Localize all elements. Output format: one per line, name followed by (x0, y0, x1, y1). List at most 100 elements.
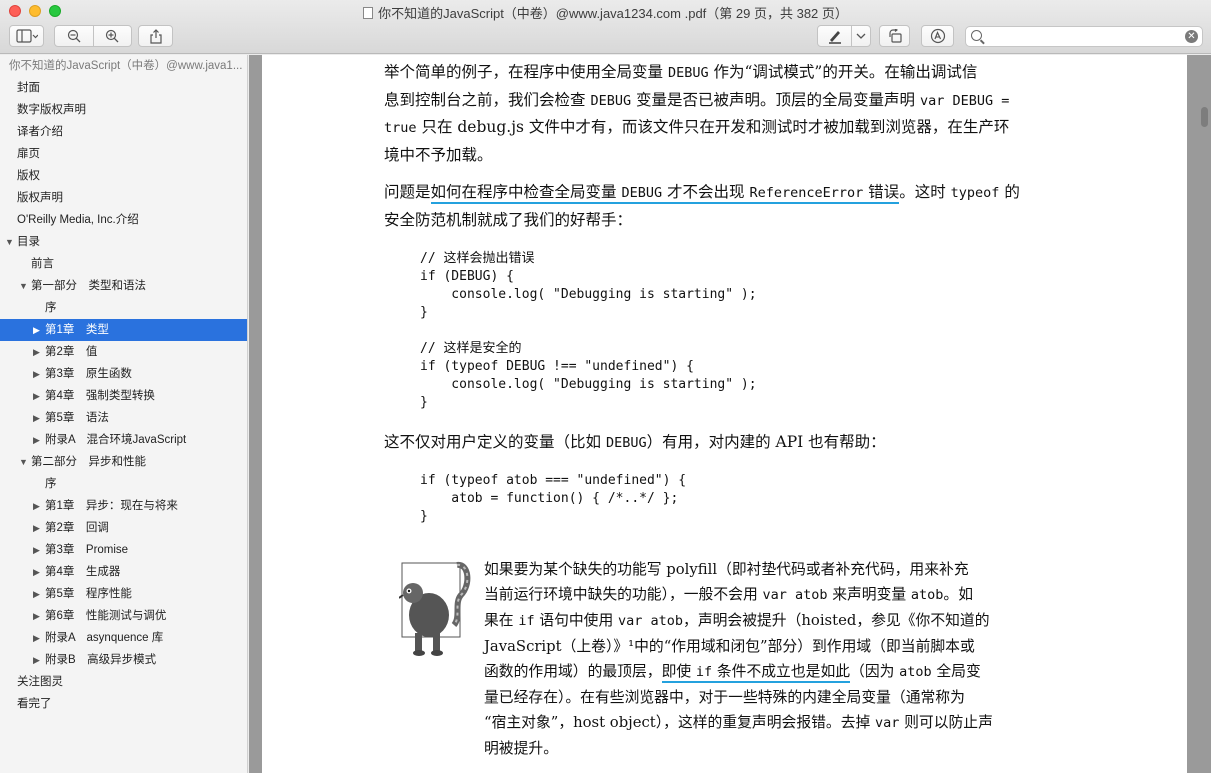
sidebar-item-label: 扉页 (17, 148, 40, 160)
sidebar-item[interactable]: ▼ 第二部分 异步和性能 (0, 451, 247, 473)
text: ）有用，对内建的 API 也有帮助： (646, 433, 886, 451)
sidebar-item[interactable]: 序 (0, 473, 247, 495)
text: 。如 (943, 586, 974, 603)
sidebar-item-label: 第1章 异步：现在与将来 (45, 500, 178, 512)
vertical-scrollbar[interactable] (1201, 107, 1208, 127)
code-line: } (420, 509, 428, 524)
share-icon (149, 28, 162, 44)
markup-toolbar-button[interactable] (921, 25, 954, 47)
markup-segment (817, 25, 871, 47)
disclosure-collapsed-icon[interactable]: ▶ (33, 517, 40, 539)
sidebar-item[interactable]: ▼ 目录 (0, 231, 247, 253)
sidebar-item[interactable]: O'Reilly Media, Inc.介绍 (0, 209, 247, 231)
disclosure-collapsed-icon[interactable]: ▶ (33, 561, 40, 583)
sidebar-item-label: 第2章 回调 (45, 522, 109, 534)
sidebar-item[interactable]: 扉页 (0, 143, 247, 165)
highlight-underline[interactable]: 即使 if 条件不成立也是如此 (661, 663, 851, 683)
zoom-out-icon (67, 29, 81, 43)
search-input[interactable] (988, 29, 1178, 43)
sidebar-item[interactable]: ▶ 附录B 高级异步模式 (0, 649, 247, 671)
text: 只在 debug.js 文件中才有，而该文件只在开发和测试时才被加载到浏览器，在… (416, 118, 1010, 136)
zoom-out-button[interactable] (55, 29, 93, 43)
note-line: JavaScript（上卷）》¹中的“作用域和闭包”部分）到作用域（即当前脚本或 (484, 638, 975, 655)
sidebar-item[interactable]: ▶ 第3章 原生函数 (0, 363, 247, 385)
disclosure-collapsed-icon[interactable]: ▶ (33, 319, 40, 341)
sidebar-item-label: 第3章 Promise (45, 544, 129, 556)
zoom-in-button[interactable] (93, 29, 131, 43)
sidebar-item[interactable]: ▶ 附录A asynquence 库 (0, 627, 247, 649)
text: 境中不予加载。 (384, 145, 493, 164)
disclosure-collapsed-icon[interactable]: ▶ (33, 429, 40, 451)
sidebar: 你不知道的JavaScript（中卷）@www.java1... 封面数字版权声… (0, 55, 248, 773)
sidebar-item[interactable]: ▶ 第2章 值 (0, 341, 247, 363)
sidebar-item[interactable]: ▶ 第3章 Promise (0, 539, 247, 561)
text: “宿主对象”，host object），这样的重复声明会报错。去掉 (484, 714, 876, 731)
disclosure-expanded-icon[interactable]: ▼ (5, 231, 14, 253)
rotate-icon (888, 29, 902, 43)
text: 即使 (661, 663, 696, 680)
sidebar-item-label: 第5章 语法 (45, 412, 109, 424)
disclosure-collapsed-icon[interactable]: ▶ (33, 363, 40, 385)
highlight-menu-button[interactable] (852, 32, 870, 40)
sidebar-item-label: 第4章 强制类型转换 (45, 390, 155, 402)
sidebar-item[interactable]: ▶ 第4章 生成器 (0, 561, 247, 583)
sidebar-item[interactable]: ▶ 第1章 异步：现在与将来 (0, 495, 247, 517)
share-button[interactable] (138, 25, 173, 47)
sidebar-item[interactable]: 版权声明 (0, 187, 247, 209)
text: 变量是否已被声明。顶层的全局变量声明 (631, 90, 920, 109)
sidebar-item[interactable]: ▶ 第6章 性能测试与调优 (0, 605, 247, 627)
sidebar-item[interactable]: ▶ 第2章 回调 (0, 517, 247, 539)
sidebar-heading[interactable]: 你不知道的JavaScript（中卷）@www.java1... (0, 55, 245, 77)
sidebar-item[interactable]: ▶ 第4章 强制类型转换 (0, 385, 247, 407)
code-text: var atob (762, 587, 828, 603)
highlight-underline[interactable]: 如何在程序中检查全局变量 DEBUG 才不会出现 ReferenceError … (430, 183, 900, 204)
text: 。这时 (899, 183, 951, 201)
disclosure-collapsed-icon[interactable]: ▶ (33, 385, 40, 407)
sidebar-toggle-button[interactable] (9, 25, 44, 47)
sidebar-item[interactable]: 数字版权声明 (0, 99, 247, 121)
sidebar-toc: 封面数字版权声明 译者介绍扉页版权 版权声明 O'Reilly Media, Inc.… (0, 77, 247, 715)
sidebar-item[interactable]: 译者介绍 (0, 121, 247, 143)
highlight-button[interactable] (818, 28, 851, 44)
code-line: if (typeof DEBUG !== "undefined") { (420, 359, 694, 374)
sidebar-icon (15, 29, 38, 43)
sidebar-item[interactable]: 封面 (0, 77, 247, 99)
code-line: } (420, 395, 428, 410)
clear-search-icon[interactable]: ✕ (1185, 30, 1198, 43)
disclosure-collapsed-icon[interactable]: ▶ (33, 407, 40, 429)
disclosure-collapsed-icon[interactable]: ▶ (33, 583, 40, 605)
rotate-button[interactable] (879, 25, 910, 47)
sidebar-item[interactable]: 版权 (0, 165, 247, 187)
sidebar-item[interactable]: 看完了 (0, 693, 247, 715)
paragraph-3: 这不仅对用户定义的变量（比如 DEBUG）有用，对内建的 API 也有帮助： (384, 429, 1060, 457)
sidebar-item-label: 第二部分 异步和性能 (31, 456, 146, 468)
sidebar-item[interactable]: 前言 (0, 253, 247, 275)
window-title: 你不知道的JavaScript（中卷）@www.java1234.com .pd… (378, 6, 848, 21)
disclosure-collapsed-icon[interactable]: ▶ (33, 341, 40, 363)
disclosure-expanded-icon[interactable]: ▼ (19, 275, 28, 297)
disclosure-collapsed-icon[interactable]: ▶ (33, 539, 40, 561)
text: ，声明会被提升（hoisted，参见《你不知道的 (683, 612, 990, 629)
text: （因为 (850, 663, 900, 680)
disclosure-expanded-icon[interactable]: ▼ (19, 451, 28, 473)
code-block-1: // 这样会抛出错误 if (DEBUG) { console.log( "Deb… (420, 250, 757, 412)
disclosure-collapsed-icon[interactable]: ▶ (33, 649, 40, 671)
sidebar-item-label: 封面 (17, 82, 40, 94)
sidebar-item[interactable]: ▶ 第5章 程序性能 (0, 583, 247, 605)
sidebar-item[interactable]: 关注图灵 (0, 671, 247, 693)
sidebar-item[interactable]: ▶ 第5章 语法 (0, 407, 247, 429)
search-field[interactable]: ✕ (965, 26, 1203, 47)
sidebar-item[interactable]: 序 (0, 297, 247, 319)
sidebar-item[interactable]: ▼ 第一部分 类型和语法 (0, 275, 247, 297)
disclosure-collapsed-icon[interactable]: ▶ (33, 495, 40, 517)
sidebar-item[interactable]: ▶ 第1章 类型 (0, 319, 247, 341)
sidebar-item[interactable]: ▶ 附录A 混合环境JavaScript (0, 429, 247, 451)
disclosure-collapsed-icon[interactable]: ▶ (33, 605, 40, 627)
sidebar-item-label: 关注图灵 (17, 676, 63, 688)
code-line: } (420, 305, 428, 320)
disclosure-collapsed-icon[interactable]: ▶ (33, 627, 40, 649)
note-paragraph: 如果要为某个缺失的功能写 polyfill（即衬垫代码或者补充代码，用来补充 当… (484, 557, 1039, 761)
text: 函数的作用域）的最顶层， (484, 663, 662, 680)
text: 来声明变量 (827, 586, 911, 603)
text: 如何在程序中检查全局变量 (430, 183, 622, 201)
